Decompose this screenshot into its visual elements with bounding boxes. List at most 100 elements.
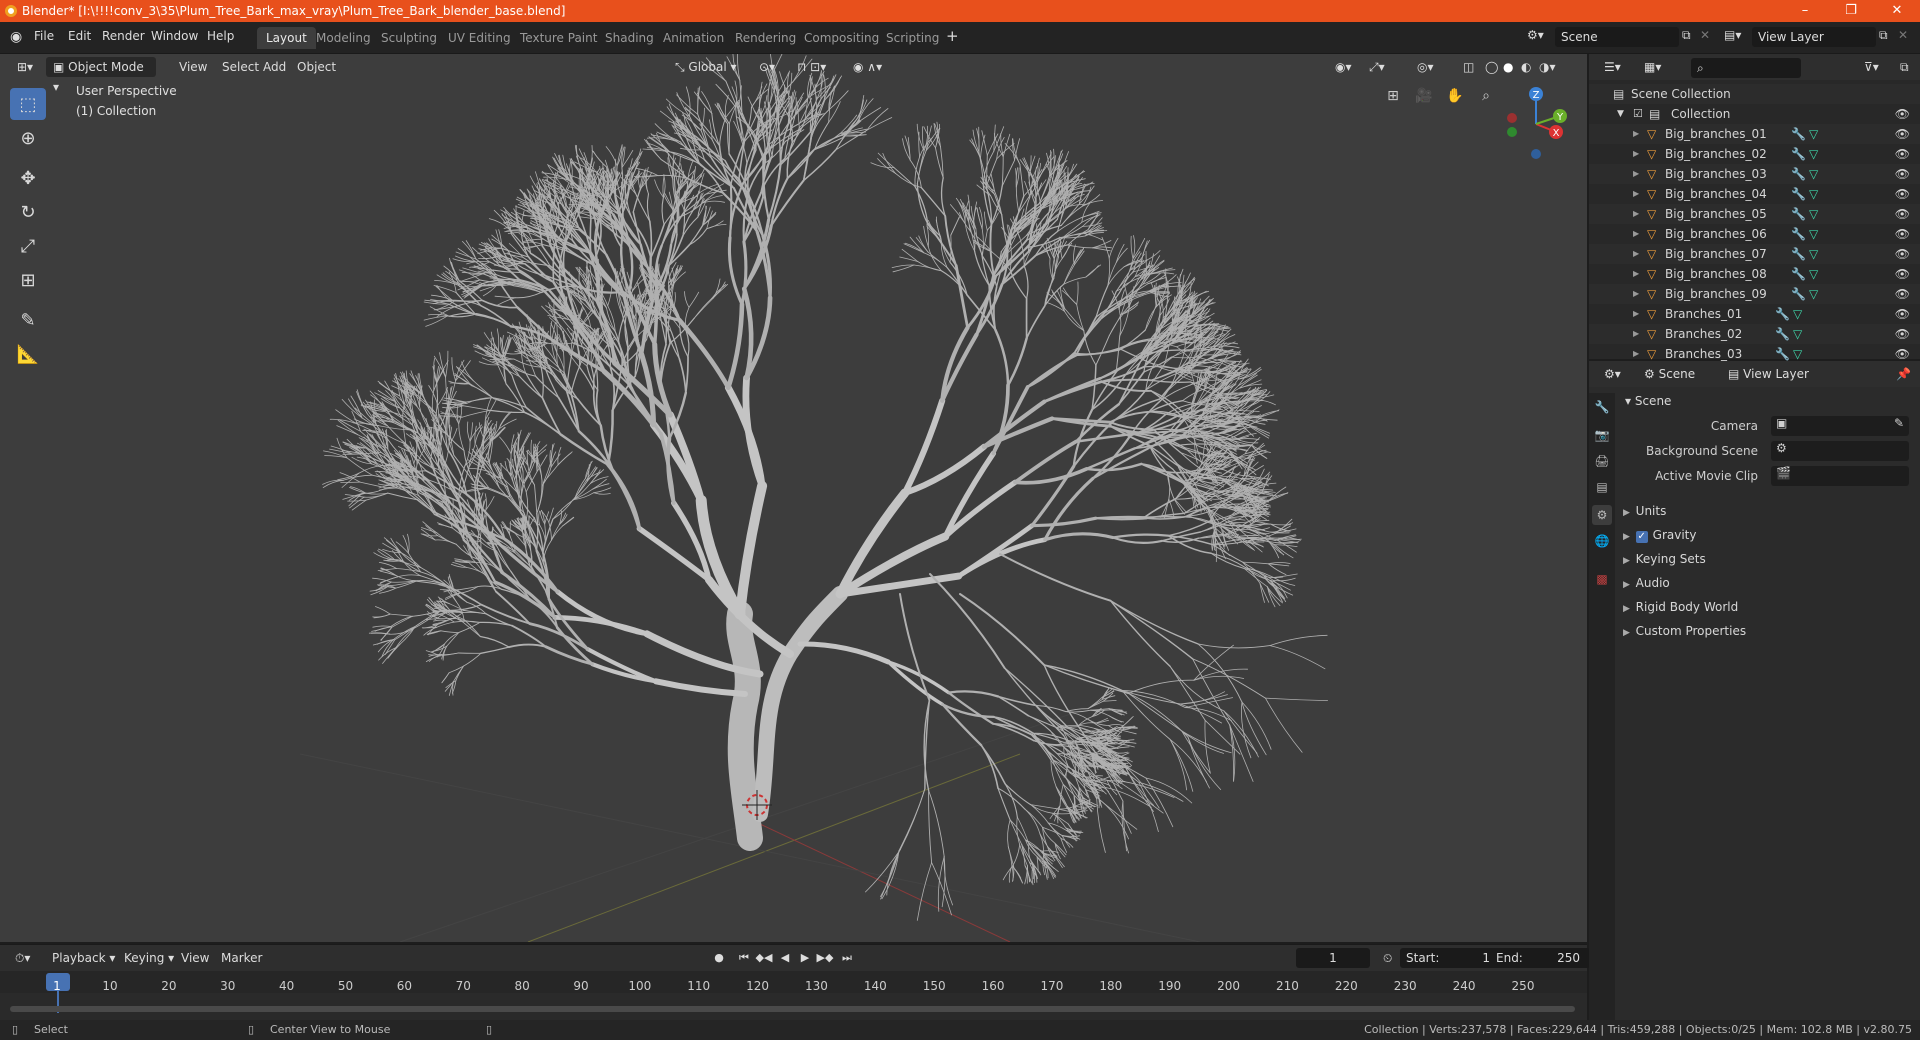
checkbox-icon[interactable]: ☑ (1633, 104, 1643, 124)
checkbox-checked-icon[interactable]: ✓ (1635, 531, 1648, 543)
visibility-eye-icon[interactable]: 👁 (1895, 144, 1910, 164)
mesh-data-icon[interactable]: ▽ (1809, 184, 1818, 204)
menu-view[interactable]: View (172, 57, 214, 77)
close-icon[interactable]: ✕ (1874, 0, 1920, 22)
timeline-editor-type-icon[interactable]: ⏱▾ (8, 948, 37, 968)
mesh-data-icon[interactable]: ▽ (1809, 204, 1818, 224)
editor-type-icon[interactable]: ⊞▾ (10, 57, 40, 77)
outliner-object-row[interactable]: ▶ ▽ Big_branches_09 🔧 ▽ 👁 (1589, 284, 1920, 304)
expand-icon[interactable]: ▶ (1633, 284, 1639, 304)
modifier-icon[interactable]: 🔧 (1791, 244, 1806, 264)
tab-compositing[interactable]: Compositing (795, 27, 888, 49)
scene-tab-icon[interactable]: ⚙ (1592, 505, 1612, 525)
panel-keying-sets[interactable]: ▶ Keying Sets (1623, 549, 1706, 569)
expand-icon[interactable]: ▶ (1633, 184, 1639, 204)
panel-audio[interactable]: ▶ Audio (1623, 573, 1670, 593)
visibility-eye-icon[interactable]: 👁 (1895, 304, 1910, 324)
start-frame-field[interactable]: Start: 1 (1400, 948, 1500, 968)
visibility-eye-icon[interactable]: 👁 (1895, 244, 1910, 264)
menu-marker[interactable]: Marker (214, 948, 269, 968)
expand-icon[interactable]: ▶ (1633, 204, 1639, 224)
modifier-icon[interactable]: 🔧 (1791, 284, 1806, 304)
expand-icon[interactable]: ▶ (1633, 244, 1639, 264)
viewlayer-field[interactable]: View Layer (1752, 27, 1876, 47)
overlays-icon[interactable]: ◎▾ (1410, 57, 1441, 77)
pin-icon[interactable]: 📌 (1889, 364, 1918, 384)
menu-object[interactable]: Object (290, 57, 343, 77)
menu-help[interactable]: Help (207, 29, 234, 43)
measure-tool[interactable]: 📐 (10, 338, 46, 370)
render-tab-icon[interactable]: 📷 (1592, 425, 1612, 445)
modifier-icon[interactable]: 🔧 (1791, 124, 1806, 144)
pivot-icon[interactable]: ⊙▾ (752, 57, 782, 77)
outliner[interactable]: ☰▾ ▦▾ ⌕ ⊽▾ ⧉ ▤ Scene Collection ▼ ☑ ▤ Co… (1589, 54, 1920, 361)
collection-row[interactable]: ▼ ☑ ▤ Collection 👁 (1589, 104, 1920, 124)
menu-timeline-view[interactable]: View (174, 948, 216, 968)
visibility-eye-icon[interactable]: 👁 (1895, 324, 1910, 344)
mesh-data-icon[interactable]: ▽ (1809, 124, 1818, 144)
navigation-gizmo[interactable]: Z X Y (1498, 82, 1578, 162)
visibility-eye-icon[interactable]: 👁 (1895, 264, 1910, 284)
mesh-data-icon[interactable]: ▽ (1793, 324, 1802, 344)
scene-collection-row[interactable]: ▤ Scene Collection (1589, 84, 1920, 104)
tab-scripting[interactable]: Scripting (877, 27, 948, 49)
visibility-icon[interactable]: ◉▾ (1328, 57, 1359, 77)
restore-icon[interactable]: ❐ (1828, 0, 1874, 22)
visibility-eye-icon[interactable]: 👁 (1895, 184, 1910, 204)
next-keyframe-icon[interactable]: ▶◆ (816, 950, 834, 966)
tab-animation[interactable]: Animation (654, 27, 733, 49)
mesh-data-icon[interactable]: ▽ (1809, 284, 1818, 304)
panel-rigid-body-world[interactable]: ▶ Rigid Body World (1623, 597, 1738, 617)
menu-playback[interactable]: Playback ▾ (45, 948, 122, 968)
new-collection-icon[interactable]: ⧉ (1893, 57, 1916, 77)
expand-icon[interactable]: ▶ (1633, 164, 1639, 184)
menu-keying[interactable]: Keying ▾ (117, 948, 181, 968)
output-tab-icon[interactable]: 🖨 (1592, 451, 1612, 471)
outliner-object-row[interactable]: ▶ ▽ Big_branches_07 🔧 ▽ 👁 (1589, 244, 1920, 264)
tab-shading[interactable]: Shading (596, 27, 663, 49)
expand-icon[interactable]: ▼ (1617, 104, 1624, 124)
timeline[interactable]: ⏱▾ Playback ▾ Keying ▾ View Marker ● ⏮ ◆… (0, 944, 1590, 1020)
proportional-edit-icon[interactable]: ◉ ∧▾ (846, 57, 889, 77)
select-box-tool[interactable]: ⬚ (10, 88, 46, 120)
visibility-eye-icon[interactable]: 👁 (1895, 204, 1910, 224)
preview-range-icon[interactable]: ⏲ (1376, 948, 1399, 968)
scene-canvas[interactable] (0, 54, 1587, 942)
properties-viewlayer-tab[interactable]: ▤ View Layer (1721, 364, 1816, 384)
viewlayer-browse-icon[interactable]: ▤▾ (1724, 28, 1741, 42)
scene-new-icon[interactable]: ⧉ (1682, 28, 1691, 43)
background-scene-field[interactable]: ⚙ (1771, 441, 1909, 461)
move-tool[interactable]: ✥ (10, 162, 46, 194)
mesh-data-icon[interactable]: ▽ (1809, 264, 1818, 284)
viewlayer-new-icon[interactable]: ⧉ (1879, 28, 1888, 43)
properties-scene-tab[interactable]: ⚙ Scene (1637, 364, 1702, 384)
scale-tool[interactable]: ⤢ (10, 230, 46, 262)
modifier-icon[interactable]: 🔧 (1791, 144, 1806, 164)
visibility-eye-icon[interactable]: 👁 (1895, 164, 1910, 184)
filter-icon[interactable]: ⊽▾ (1857, 57, 1886, 77)
modifier-icon[interactable]: 🔧 (1791, 164, 1806, 184)
panel-units[interactable]: ▶ Units (1623, 501, 1666, 521)
properties-editor[interactable]: ⚙▾ ⚙ Scene ▤ View Layer 📌 🔧 📷 🖨 ▤ ⚙ 🌐 ▩ … (1589, 361, 1920, 1020)
expand-icon[interactable]: ▶ (1633, 264, 1639, 284)
current-frame-field[interactable]: 1 (1296, 948, 1370, 968)
snap-icon[interactable]: ⊓ ⊡▾ (790, 57, 833, 77)
outliner-object-row[interactable]: ▶ ▽ Big_branches_04 🔧 ▽ 👁 (1589, 184, 1920, 204)
mode-dropdown[interactable]: ▣ Object Mode ▾ (46, 57, 156, 94)
play-icon[interactable]: ▶ (796, 950, 814, 966)
camera-view-icon[interactable]: 🎥 (1410, 82, 1438, 110)
scene-field[interactable]: Scene (1555, 27, 1679, 47)
menu-add[interactable]: Add (256, 57, 293, 77)
camera-field[interactable]: ▣ ✎ (1771, 416, 1909, 436)
modifier-icon[interactable]: 🔧 (1791, 204, 1806, 224)
pan-view-icon[interactable]: ✋ (1441, 82, 1469, 110)
visibility-eye-icon[interactable]: 👁 (1895, 104, 1910, 124)
visibility-eye-icon[interactable]: 👁 (1895, 284, 1910, 304)
eyedropper-icon[interactable]: ✎ (1894, 416, 1904, 430)
cursor-tool[interactable]: ⊕ (10, 122, 46, 154)
rendered-shading-icon[interactable]: ◑▾ (1532, 57, 1563, 77)
texture-tab-icon[interactable]: ▩ (1592, 569, 1612, 589)
properties-editor-type-icon[interactable]: ⚙▾ (1597, 364, 1628, 384)
3d-viewport[interactable]: ⊞▾ ▣ Object Mode ▾ View Select Add Objec… (0, 54, 1587, 942)
mesh-data-icon[interactable]: ▽ (1793, 304, 1802, 324)
